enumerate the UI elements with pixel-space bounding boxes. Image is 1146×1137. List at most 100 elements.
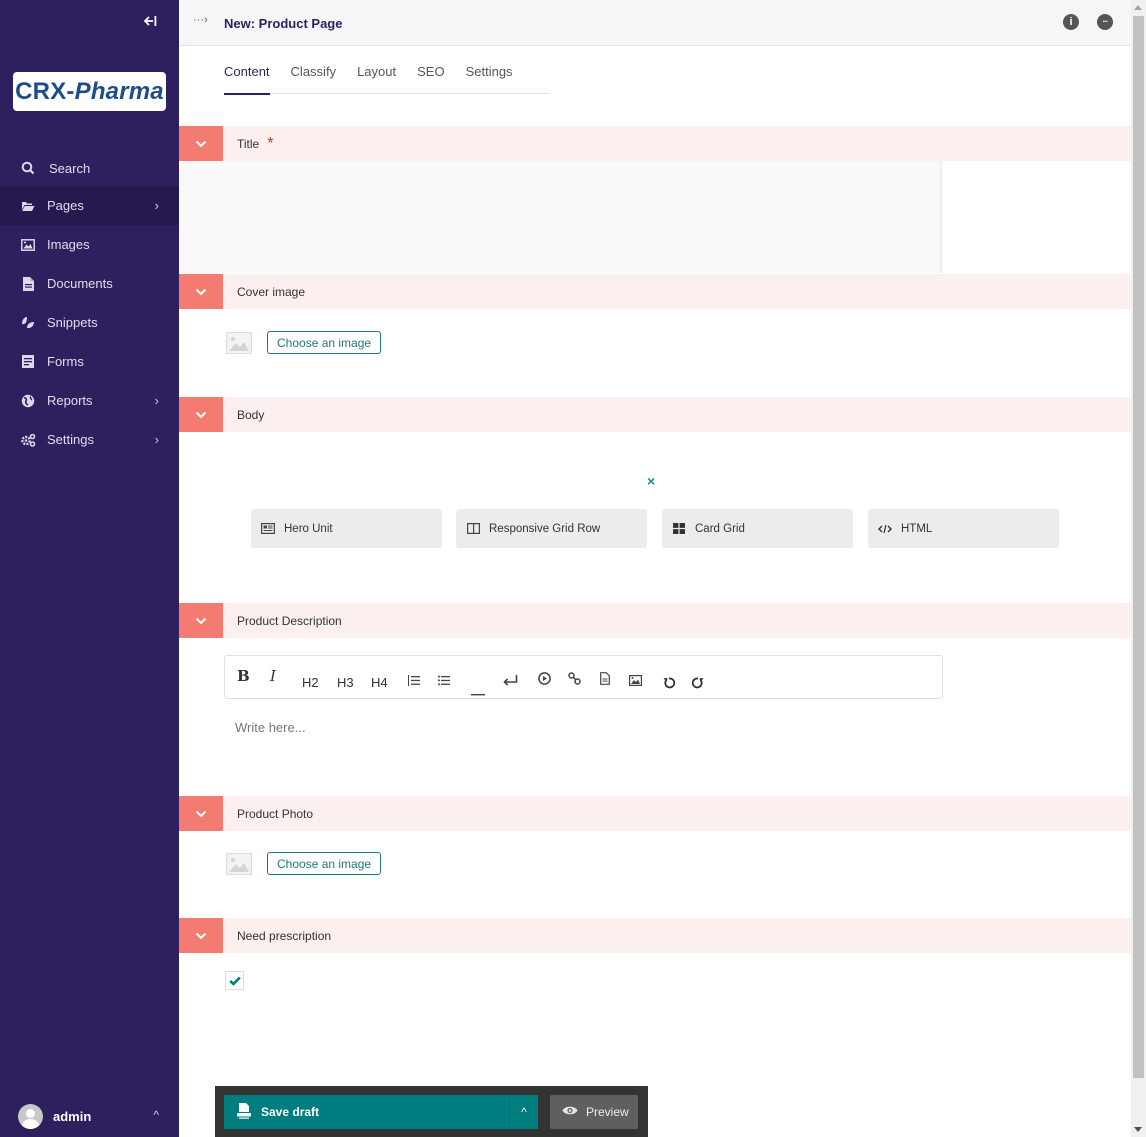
section-label: Title xyxy=(237,136,260,151)
section-title: Title * xyxy=(179,126,1131,161)
tab-settings[interactable]: Settings xyxy=(466,56,513,94)
section-label: Product Description xyxy=(237,613,342,628)
product-description-editor[interactable]: Write here... xyxy=(235,720,306,735)
h4-button[interactable]: H4 xyxy=(371,675,388,691)
tab-classify[interactable]: Classify xyxy=(291,56,337,94)
undo-button[interactable] xyxy=(663,676,676,692)
info-icon[interactable]: i xyxy=(1063,14,1079,30)
h3-button[interactable]: H3 xyxy=(337,675,354,691)
image-placeholder-icon xyxy=(226,331,252,354)
ordered-list-icon xyxy=(408,675,420,686)
document-icon xyxy=(600,672,610,685)
title-input[interactable] xyxy=(179,161,942,273)
username: admin xyxy=(53,1108,92,1124)
add-block-card-grid[interactable]: Card Grid xyxy=(662,509,853,548)
chevron-down-icon xyxy=(195,140,207,147)
sidebar-item-label: Documents xyxy=(47,276,113,291)
horizontal-rule-icon xyxy=(471,694,485,696)
sidebar-item-label: Images xyxy=(47,237,90,252)
block-label: Hero Unit xyxy=(284,522,333,535)
bulleted-list-button[interactable] xyxy=(438,673,450,689)
comments-icon[interactable]: ··· xyxy=(1097,14,1113,30)
preview-button[interactable]: Preview xyxy=(550,1095,638,1129)
block-label: HTML xyxy=(901,522,933,535)
choose-image-button[interactable]: Choose an image xyxy=(267,331,382,354)
redo-button[interactable] xyxy=(691,676,704,692)
add-block-responsive-grid-row[interactable]: Responsive Grid Row xyxy=(456,509,647,548)
image-placeholder-icon xyxy=(226,852,252,875)
sidebar-item-documents[interactable]: Documents xyxy=(0,264,179,303)
eye-icon xyxy=(562,1105,578,1119)
logo[interactable]: CRX- Pharma xyxy=(13,72,166,111)
tab-content[interactable]: Content xyxy=(224,56,270,95)
scroll-down-arrow-icon[interactable] xyxy=(1134,1127,1142,1132)
scroll-up-arrow-icon[interactable] xyxy=(1134,5,1142,10)
image-icon xyxy=(20,237,36,253)
logo-text-secondary: Pharma xyxy=(74,77,164,105)
sidebar-item-search[interactable]: Search xyxy=(0,146,179,186)
redo-icon xyxy=(691,677,704,689)
avatar xyxy=(18,1103,43,1129)
sidebar-item-label: Snippets xyxy=(47,315,98,330)
page-scrollbar[interactable] xyxy=(1131,0,1146,1137)
section-toggle[interactable] xyxy=(179,126,223,161)
close-block-chooser-icon[interactable]: × xyxy=(647,473,655,489)
save-draft-button[interactable]: Save draft xyxy=(224,1095,509,1129)
section-cover-image: Cover image xyxy=(179,274,1131,309)
section-product-photo: Product Photo xyxy=(179,796,1131,831)
block-label: Card Grid xyxy=(695,522,745,535)
editor-tabs: Content Classify Layout SEO Settings xyxy=(224,56,550,95)
embed-button[interactable] xyxy=(538,672,551,688)
tab-layout[interactable]: Layout xyxy=(357,56,396,94)
link-icon xyxy=(568,672,581,685)
page-title: New: Product Page xyxy=(224,16,343,31)
add-block-html[interactable]: HTML xyxy=(868,509,1059,548)
sidebar-item-settings[interactable]: Settings › xyxy=(0,420,179,459)
form-icon xyxy=(20,354,36,370)
italic-button[interactable]: I xyxy=(270,668,276,684)
choose-image-button[interactable]: Choose an image xyxy=(267,852,382,875)
section-toggle[interactable] xyxy=(179,397,223,432)
line-break-icon xyxy=(503,675,518,686)
rich-text-toolbar: B I H2 H3 H4 xyxy=(224,655,943,699)
sidebar-item-label: Reports xyxy=(47,393,93,408)
image-icon xyxy=(629,675,643,687)
h2-button[interactable]: H2 xyxy=(302,675,319,691)
code-icon xyxy=(878,523,892,535)
breadcrumb-toggle[interactable]: ···› xyxy=(193,14,208,26)
line-break-button[interactable] xyxy=(503,673,518,689)
chevron-down-icon xyxy=(195,617,207,624)
section-toggle[interactable] xyxy=(179,274,223,309)
add-block-hero-unit[interactable]: Hero Unit xyxy=(251,509,442,548)
collapse-sidebar-button[interactable] xyxy=(140,13,160,33)
account-menu[interactable]: admin ^ xyxy=(0,1096,179,1136)
tab-seo[interactable]: SEO xyxy=(417,56,444,94)
sidebar-item-images[interactable]: Images xyxy=(0,225,179,264)
section-toggle[interactable] xyxy=(179,603,223,638)
block-label: Responsive Grid Row xyxy=(489,522,601,535)
sidebar-item-pages[interactable]: Pages › xyxy=(0,186,179,225)
need-prescription-checkbox[interactable] xyxy=(225,971,244,990)
main-menu: Search Pages › Images Documents Snippets… xyxy=(0,146,179,459)
scrollbar-thumb[interactable] xyxy=(1133,16,1144,1078)
play-circle-icon xyxy=(538,672,551,685)
sidebar-item-reports[interactable]: Reports › xyxy=(0,381,179,420)
section-toggle[interactable] xyxy=(179,796,223,831)
document-icon xyxy=(20,276,36,292)
section-label: Need prescription xyxy=(237,928,332,943)
search-icon xyxy=(20,160,36,176)
document-link-button[interactable] xyxy=(600,672,610,688)
sidebar-item-label: Search xyxy=(49,160,91,176)
folder-open-icon xyxy=(20,198,36,214)
ordered-list-button[interactable] xyxy=(408,673,420,689)
section-toggle[interactable] xyxy=(179,918,223,953)
horizontal-rule-button[interactable] xyxy=(471,683,485,699)
chevron-up-icon: ^ xyxy=(153,1108,159,1122)
sidebar-item-snippets[interactable]: Snippets xyxy=(0,303,179,342)
chevron-down-icon xyxy=(195,932,207,939)
sidebar-item-forms[interactable]: Forms xyxy=(0,342,179,381)
image-button[interactable] xyxy=(629,673,643,689)
link-button[interactable] xyxy=(568,672,581,688)
bold-button[interactable]: B xyxy=(237,668,250,684)
more-actions-button[interactable]: ^ xyxy=(509,1095,538,1129)
